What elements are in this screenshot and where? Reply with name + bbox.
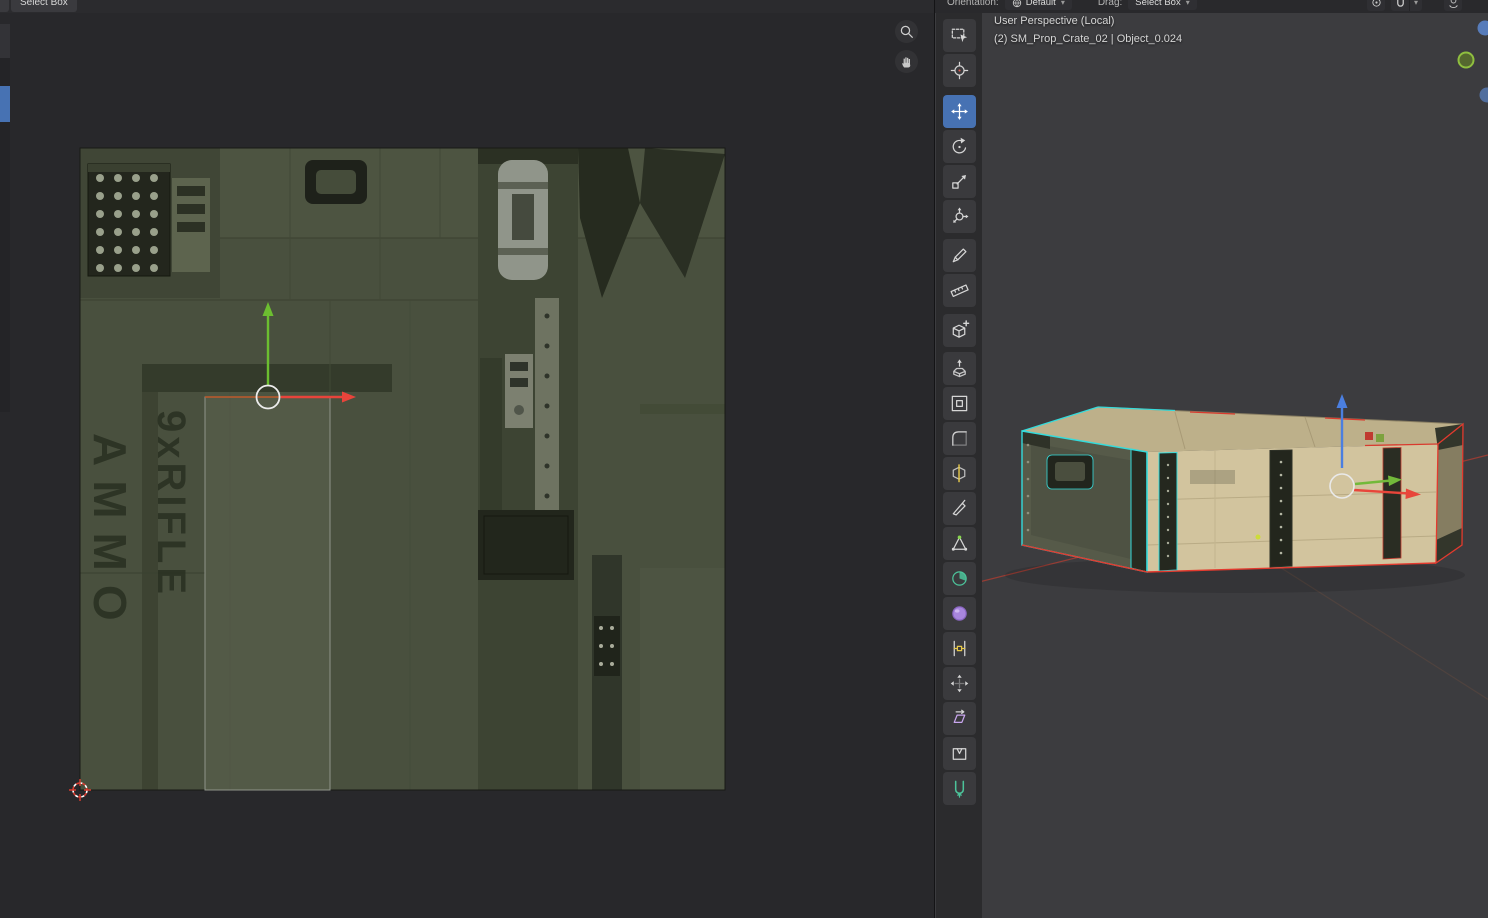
uv-canvas[interactable]: 9xRIFLE AMMO (0, 0, 935, 918)
hand-icon (902, 57, 911, 68)
chevron-down-icon: ▾ (1185, 0, 1190, 7)
origin-marker-red (1365, 432, 1373, 440)
globe-icon (1012, 0, 1021, 7)
tool-edge-slide-button[interactable] (943, 632, 976, 665)
annotate-icon (952, 248, 967, 263)
viewport-perspective-label: User Perspective (Local) (994, 15, 1115, 27)
rip-edge-icon (954, 780, 965, 798)
tool-extrude-region-button[interactable] (943, 352, 976, 385)
snap-toggle-button[interactable] (1391, 0, 1409, 11)
tool-bevel-button[interactable] (943, 422, 976, 455)
blender-window: 9xRIFLE AMMO Select Box User Perspective… (0, 0, 1488, 918)
origin-marker-green (1376, 434, 1384, 442)
proportional-editing-button[interactable] (1367, 0, 1385, 11)
tool-rotate-button[interactable] (943, 130, 976, 163)
tool-annotate-button[interactable] (943, 239, 976, 272)
extrude-region-icon (953, 359, 966, 378)
pan-button[interactable] (895, 50, 918, 73)
measure-icon (950, 284, 969, 298)
uv-editor-header: Select Box (0, 0, 934, 13)
crate-texture-image: 9xRIFLE AMMO (69, 147, 726, 801)
uv-toolbar-edge (0, 24, 10, 412)
drag-dropdown[interactable]: Select Box ▾ (1128, 0, 1197, 10)
loop-cut-icon (952, 464, 966, 483)
crate-mesh[interactable] (1021, 406, 1464, 573)
bevel-icon (952, 431, 967, 446)
viewport-scene (954, 20, 1488, 701)
spin-icon (952, 571, 967, 586)
move-icon (951, 103, 968, 120)
uv-navigation-gizmos (895, 20, 918, 73)
viewport-header: Orientation: Default ▾ Drag: Select Box … (935, 0, 1488, 13)
proportional-editing-icon (1371, 0, 1381, 7)
chevron-down-icon: ▾ (1413, 0, 1418, 7)
shrink-fatten-icon (950, 674, 969, 693)
tool-shrink-fatten-button[interactable] (943, 667, 976, 700)
uv-toolbar-buttons-fragment[interactable] (0, 24, 10, 58)
shear-icon (953, 709, 966, 723)
overlays-icon (1448, 0, 1458, 8)
tool-move-button[interactable] (943, 95, 976, 128)
uv-active-move-tool-fragment[interactable] (0, 86, 10, 122)
viewport-toolbar (936, 13, 982, 918)
uv-header-button-fragment[interactable] (0, 0, 9, 12)
tool-shear-button[interactable] (943, 702, 976, 735)
uv-editor: 9xRIFLE AMMO Select Box (0, 0, 935, 918)
zoom-button[interactable] (895, 20, 918, 43)
magnet-icon (1396, 0, 1404, 7)
add-cube-icon (952, 320, 970, 338)
uv-drag-tool-label: Select Box (20, 0, 68, 8)
vertex-marker (1255, 534, 1261, 540)
uv-selection[interactable] (204, 396, 331, 791)
chevron-down-icon: ▾ (1060, 0, 1065, 7)
tool-knife-button[interactable] (943, 492, 976, 525)
smooth-icon (952, 606, 967, 621)
knife-icon (952, 499, 966, 516)
tool-rip-edge-button[interactable] (943, 772, 976, 805)
drag-label: Drag: (1097, 0, 1123, 8)
tool-spin-button[interactable] (943, 562, 976, 595)
viewport-info-overlay: User Perspective (Local) (2) SM_Prop_Cra… (994, 12, 1182, 48)
tool-scale-button[interactable] (943, 165, 976, 198)
orientation-label: Orientation: (947, 0, 999, 8)
rotate-icon (952, 137, 967, 154)
tool-measure-button[interactable] (943, 274, 976, 307)
overlays-button[interactable] (1444, 0, 1462, 11)
tool-smooth-button[interactable] (943, 597, 976, 630)
orientation-dropdown[interactable]: Default ▾ (1004, 0, 1072, 10)
tool-add-cube-button[interactable] (943, 314, 976, 347)
inset-faces-icon (951, 395, 968, 412)
select-box-icon (951, 28, 968, 43)
tool-select-box-button[interactable] (943, 19, 976, 52)
stencil-rifle-text: 9xRIFLE (149, 410, 193, 598)
axis-gizmo[interactable] (1457, 20, 1488, 103)
poly-build-icon (951, 535, 968, 551)
viewport-object-label: (2) SM_Prop_Crate_02 | Object_0.024 (994, 33, 1183, 45)
viewport-3d[interactable]: User Perspective (Local) (2) SM_Prop_Cra… (935, 0, 1488, 918)
scale-icon (952, 175, 966, 189)
orientation-value: Default (1025, 0, 1056, 8)
stencil-ammo-text: AMMO (84, 433, 136, 635)
snap-options-dropdown[interactable]: ▾ (1409, 0, 1422, 11)
uv-drag-tool-dropdown[interactable]: Select Box (11, 0, 77, 12)
tool-transform-button[interactable] (943, 200, 976, 233)
drag-value: Select Box (1135, 0, 1181, 8)
cursor-icon (950, 61, 969, 80)
rip-region-icon (952, 748, 967, 760)
tool-rip-region-button[interactable] (943, 737, 976, 770)
tool-loop-cut-button[interactable] (943, 457, 976, 490)
edge-slide-icon (953, 640, 966, 657)
tool-poly-build-button[interactable] (943, 527, 976, 560)
tool-inset-faces-button[interactable] (943, 387, 976, 420)
tool-cursor-button[interactable] (943, 54, 976, 87)
zoom-icon (900, 25, 913, 38)
transform-icon (953, 207, 969, 223)
